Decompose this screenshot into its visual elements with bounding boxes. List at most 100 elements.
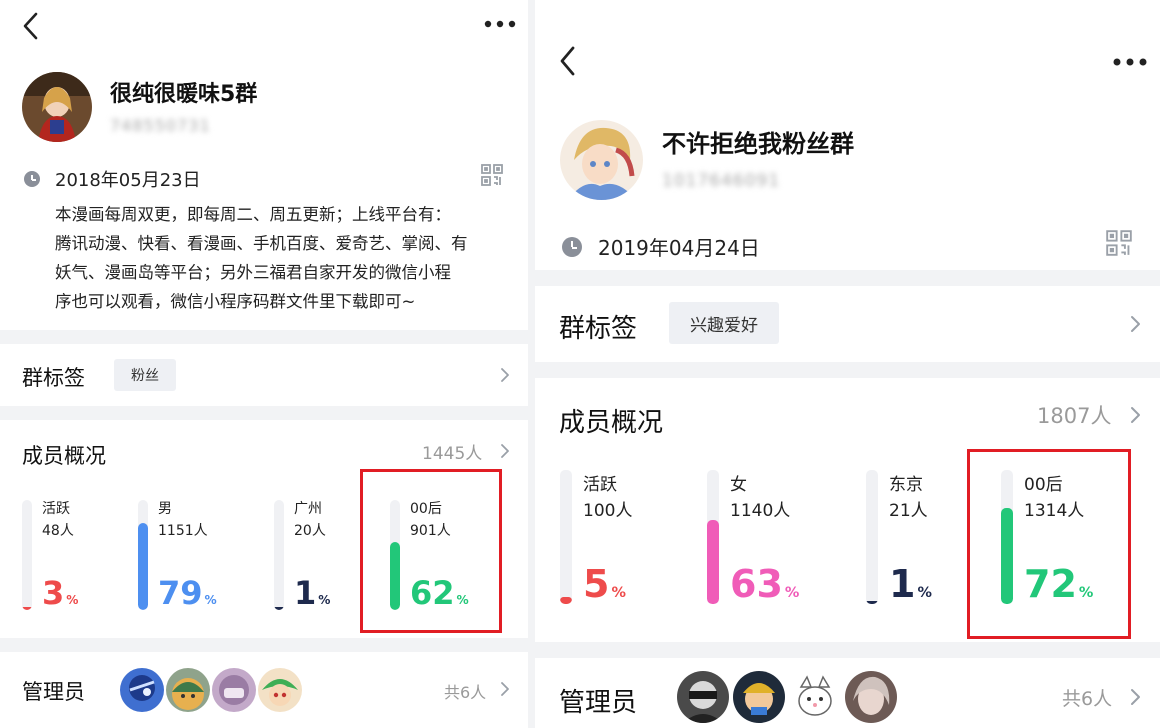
chevron-right-icon[interactable] [1130, 688, 1141, 706]
stat-percent-value: 1 [294, 574, 317, 612]
admin-avatar[interactable] [789, 671, 841, 723]
group-tag[interactable]: 兴趣爱好 [669, 302, 779, 344]
stat-percent-unit: % [611, 585, 626, 601]
admin-avatar[interactable] [166, 668, 210, 712]
more-dots-icon[interactable] [1113, 56, 1147, 68]
group-id: 748550731 [110, 116, 211, 135]
stat-bar-fill [560, 597, 572, 604]
stat-count: 1151人 [158, 523, 208, 539]
group-name: 很纯很暖味5群 [110, 82, 258, 107]
chevron-right-icon[interactable] [1130, 315, 1141, 333]
creation-date: 2018年05月23日 [55, 170, 201, 191]
admins-row[interactable]: 管理员 共6人 [0, 652, 528, 728]
stat-percent-unit: % [784, 585, 800, 601]
back-arrow-icon[interactable] [559, 46, 577, 76]
members-overview-title: 成员概况 [559, 408, 664, 438]
members-count: 1445人 [422, 444, 483, 464]
stat-percent: 1% [889, 562, 932, 606]
members-overview-title: 成员概况 [22, 444, 106, 468]
section-divider [0, 406, 528, 420]
stat-count: 20人 [294, 523, 326, 539]
admin-avatar[interactable] [120, 668, 164, 712]
stat-percent: 63% [730, 562, 799, 606]
right-phone-screen: 不许拒绝我粉丝群 1017646091 2019年04月24日 群标签 兴趣爱好… [535, 0, 1160, 728]
more-dots-icon[interactable] [484, 18, 516, 30]
member-stat: 男 1151人 79% [138, 500, 248, 614]
admins-total: 共6人 [444, 683, 487, 702]
admins-row[interactable]: 管理员 共6人 [535, 658, 1160, 728]
stat-count: 100人 [583, 501, 633, 521]
section-divider [0, 330, 528, 344]
admins-title: 管理员 [559, 688, 638, 718]
chevron-right-icon[interactable] [500, 367, 510, 383]
stat-percent-unit: % [318, 593, 331, 607]
stat-label: 东京 [889, 475, 923, 495]
section-divider [535, 642, 1160, 658]
member-stat: 活跃 100人 5% [560, 470, 690, 606]
stat-percent: 3% [42, 574, 78, 612]
members-count: 1807人 [1037, 404, 1112, 428]
qr-code-icon[interactable] [481, 164, 503, 186]
stat-bar-fill [138, 523, 148, 610]
stat-percent-unit: % [66, 593, 79, 607]
qr-code-icon[interactable] [1106, 230, 1132, 256]
clock-icon [562, 236, 582, 257]
left-phone-screen: 很纯很暖味5群 748550731 2018年05月23日 本漫画每周双更，即每… [0, 0, 528, 728]
stat-count: 21人 [889, 501, 928, 521]
stat-percent-unit: % [917, 585, 932, 601]
chevron-right-icon[interactable] [1130, 406, 1141, 424]
stat-bar-fill [274, 607, 284, 610]
stat-percent-value: 1 [889, 562, 916, 606]
group-tags-row[interactable]: 群标签 兴趣爱好 [535, 286, 1160, 362]
admin-avatar[interactable] [677, 671, 729, 723]
stat-percent-value: 63 [730, 562, 783, 606]
highlight-box [967, 449, 1131, 639]
chevron-right-icon[interactable] [500, 681, 510, 697]
stat-percent-value: 3 [42, 574, 65, 612]
group-avatar [22, 72, 92, 142]
group-id: 1017646091 [662, 171, 781, 191]
creation-date-row: 2019年04月24日 [562, 232, 760, 261]
group-tags-title: 群标签 [22, 366, 85, 390]
admins-title: 管理员 [22, 680, 85, 704]
admin-avatar[interactable] [845, 671, 897, 723]
stat-count: 1140人 [730, 501, 791, 521]
stat-bar-track [707, 470, 719, 604]
description-line-4: 序也可以观看，微信小程序码群文件里下载即可~ [55, 292, 416, 311]
back-arrow-icon[interactable] [22, 12, 40, 40]
stat-label: 广州 [294, 501, 322, 517]
stat-bar-track [138, 500, 148, 610]
stat-percent-value: 5 [583, 562, 610, 606]
stat-percent: 79% [158, 574, 217, 612]
stat-percent-value: 79 [158, 574, 203, 612]
members-overview-header[interactable]: 成员概况 1807人 [535, 378, 1160, 448]
admin-avatar[interactable] [212, 668, 256, 712]
stat-bar-fill [22, 607, 32, 610]
stat-label: 活跃 [42, 501, 70, 517]
group-tags-title: 群标签 [559, 314, 638, 344]
highlight-box [360, 469, 502, 633]
chevron-right-icon[interactable] [500, 443, 510, 459]
description-line-3: 妖气、漫画岛等平台；另外三福君自家开发的微信小程 [55, 263, 451, 282]
stat-bar-fill [866, 601, 878, 604]
stat-bar-fill [707, 520, 719, 604]
group-avatar [560, 120, 643, 200]
stat-label: 活跃 [583, 475, 617, 495]
admin-avatar[interactable] [733, 671, 785, 723]
member-stat: 女 1140人 63% [707, 470, 837, 606]
stat-percent: 1% [294, 574, 330, 612]
clock-icon [24, 171, 40, 187]
description-line-1: 本漫画每周双更，即每周二、周五更新；上线平台有： [55, 205, 451, 224]
group-tags-row[interactable]: 群标签 粉丝 [0, 344, 528, 406]
stat-count: 48人 [42, 523, 74, 539]
group-tag[interactable]: 粉丝 [114, 359, 176, 391]
stat-bar-track [274, 500, 284, 610]
stat-percent-unit: % [204, 593, 217, 607]
stat-percent: 5% [583, 562, 626, 606]
creation-date-row: 2018年05月23日 [24, 166, 201, 192]
section-divider [535, 362, 1160, 378]
admins-total: 共6人 [1062, 688, 1113, 710]
admin-avatar[interactable] [258, 668, 302, 712]
panel-separator [528, 0, 535, 728]
group-name: 不许拒绝我粉丝群 [662, 130, 854, 158]
